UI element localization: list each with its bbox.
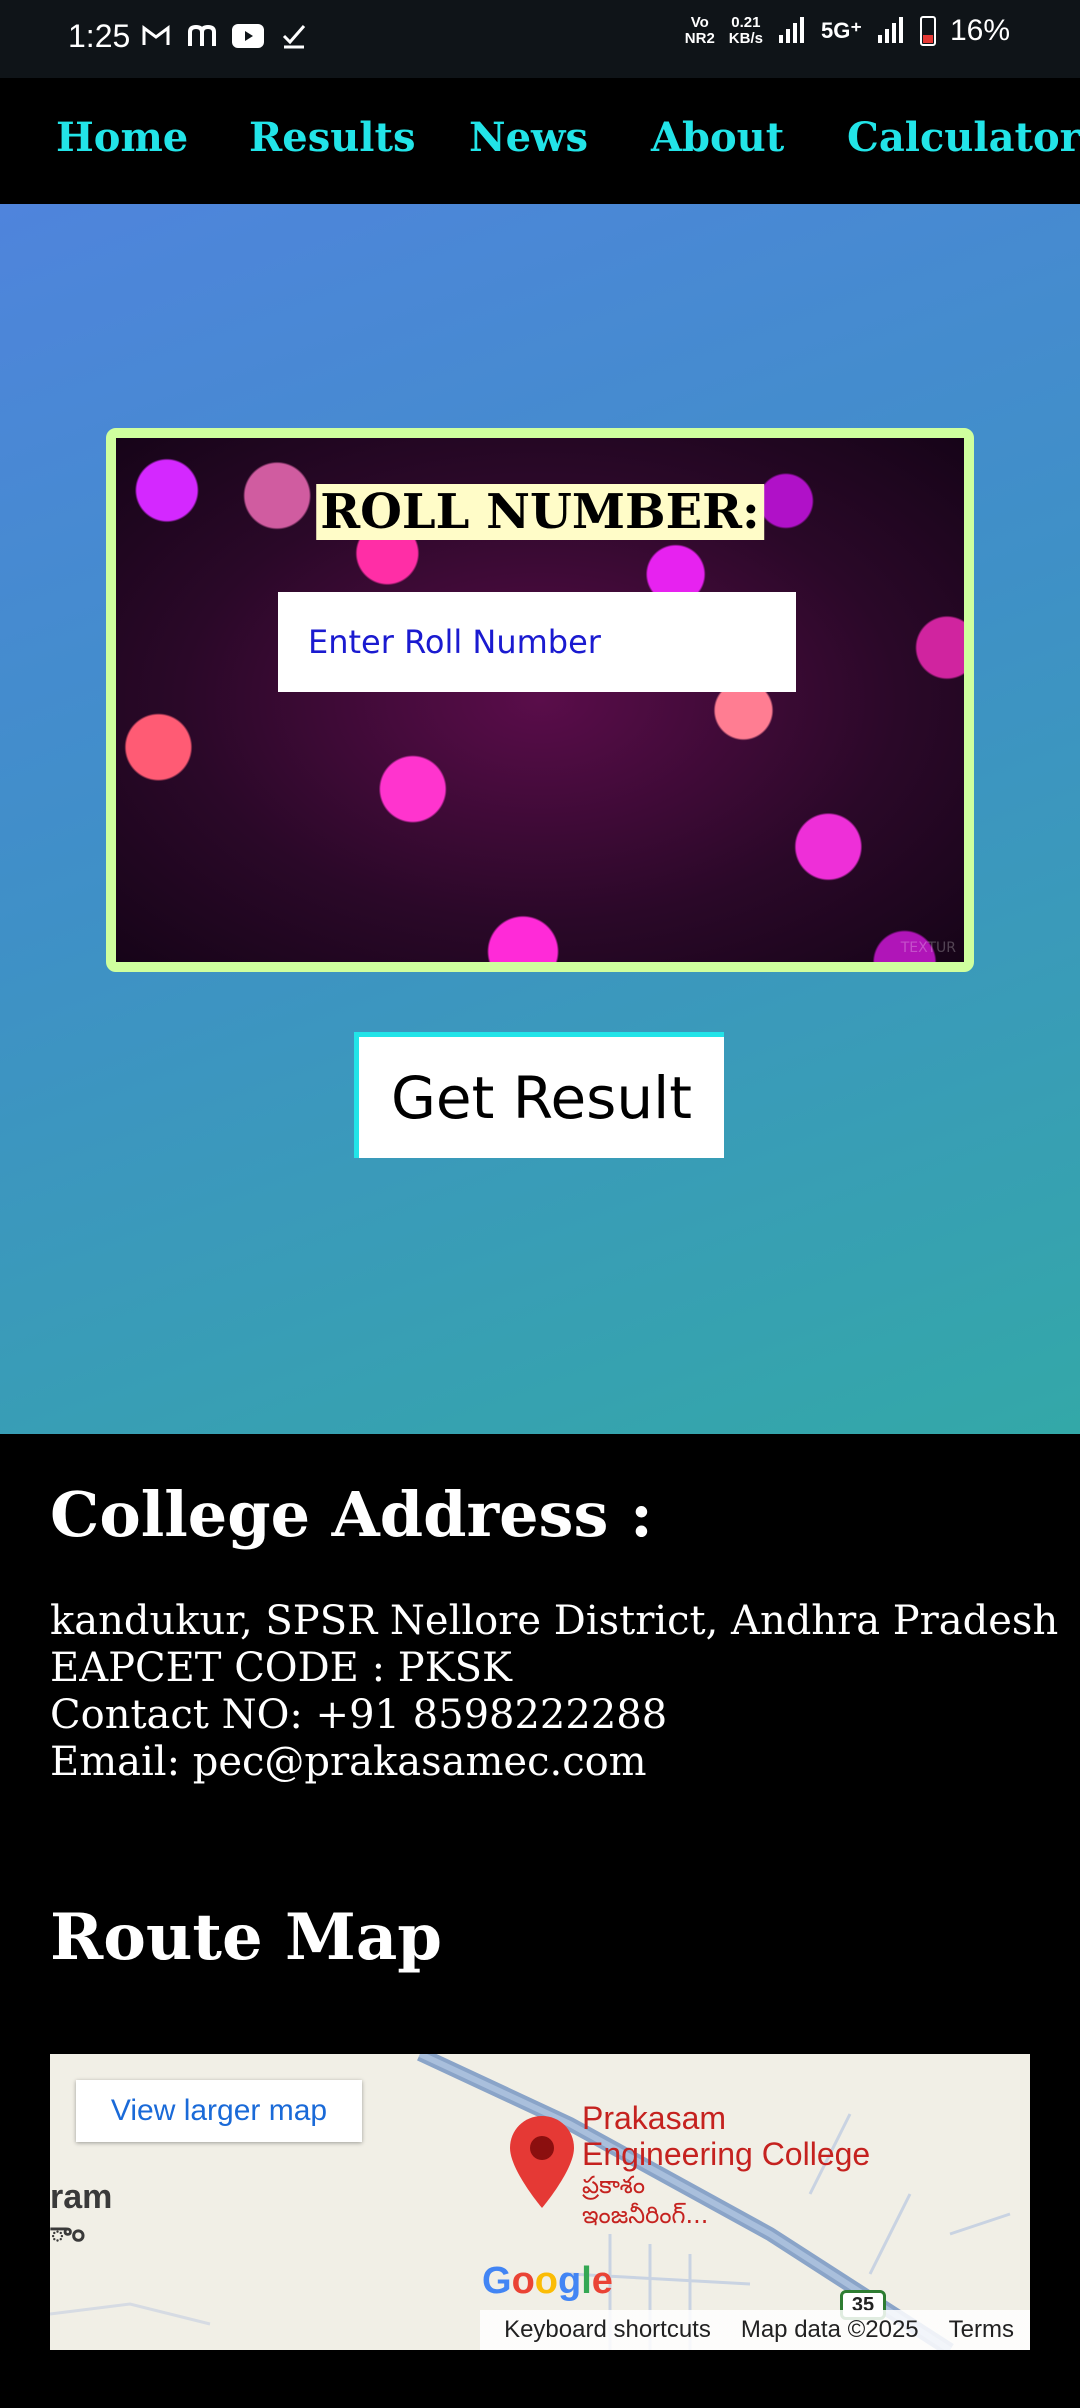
roll-number-label: ROLL NUMBER: [316,484,764,540]
google-logo: Google [482,2260,613,2302]
terms-link[interactable]: Terms [949,2316,1014,2344]
youtube-icon [232,20,264,52]
map-side-label: ram ాం [50,2178,112,2254]
network-type: 5G⁺ [820,18,862,43]
map-data-attribution: Map data ©2025 [740,2316,919,2343]
side-label-line1: ram [50,2178,113,2216]
nav-results[interactable]: Results [249,114,415,161]
top-nav: Home Results News About Calculator [0,78,1080,204]
college-address-details: kandukur, SPSR Nellore District, Andhra … [50,1598,1058,1786]
roll-number-card: ROLL NUMBER: TEXTUR [106,428,974,972]
embedded-google-map[interactable]: View larger map Prakasam Engineering Col… [50,2054,1030,2350]
speed-unit: KB/s [728,30,763,47]
address-eapcet-code: EAPCET CODE : PKSK [50,1645,512,1691]
keyboard-shortcuts-link[interactable]: Keyboard shortcuts [504,2316,711,2344]
task-check-icon [278,20,310,52]
nav-calculator[interactable]: Calculator [847,114,1080,161]
gmail-icon [140,20,172,52]
signal-icon-2 [876,15,906,48]
status-right: Vo NR2 0.21 KB/s 5G⁺ 16% [685,14,1010,48]
m-app-icon [186,20,218,52]
view-larger-map-button[interactable]: View larger map [76,2080,362,2142]
nav-home[interactable]: Home [56,114,188,161]
battery-icon [919,16,936,46]
place-local-line2: ఇంజనీరింగ్... [582,2201,709,2229]
side-label-line2: ాం [50,2217,85,2247]
status-bar: 1:25 Vo NR2 0.21 KB/s 5G⁺ 16% [0,0,1080,78]
notification-icons [140,20,310,52]
status-time: 1:25 [68,18,131,54]
map-place-local-label: ప్రకాశం ఇంజనీరింగ్... [582,2170,708,2230]
map-footer: Keyboard shortcuts Map data ©2025 Terms [50,2310,1030,2350]
place-name-line2: Engineering College [582,2136,871,2172]
nav-news[interactable]: News [469,114,588,161]
signal-icon [777,15,807,48]
route-map-title: Route Map [50,1900,443,1975]
background-watermark: TEXTUR [900,940,956,956]
address-contact: Contact NO: +91 8598222288 [50,1692,668,1738]
roll-number-input[interactable] [278,592,796,692]
address-email: Email: pec@prakasamec.com [50,1739,647,1785]
get-result-button[interactable]: Get Result [354,1032,724,1158]
battery-percent: 16% [949,14,1010,47]
volte-label-top: Vo [690,14,709,31]
place-name-line1: Prakasam [582,2100,727,2136]
volte-indicator: Vo NR2 [685,15,715,47]
nav-about[interactable]: About [651,114,784,161]
address-location: kandukur, SPSR Nellore District, Andhra … [50,1598,1059,1644]
result-search-section: ROLL NUMBER: TEXTUR Get Result [0,204,1080,1434]
map-place-label: Prakasam Engineering College [582,2100,870,2172]
network-speed: 0.21 KB/s [729,15,763,47]
volte-label-bottom: NR2 [684,30,715,47]
college-address-title: College Address : [50,1478,653,1551]
speed-value: 0.21 [731,14,761,31]
place-local-line1: ప్రకాశం [582,2171,645,2199]
